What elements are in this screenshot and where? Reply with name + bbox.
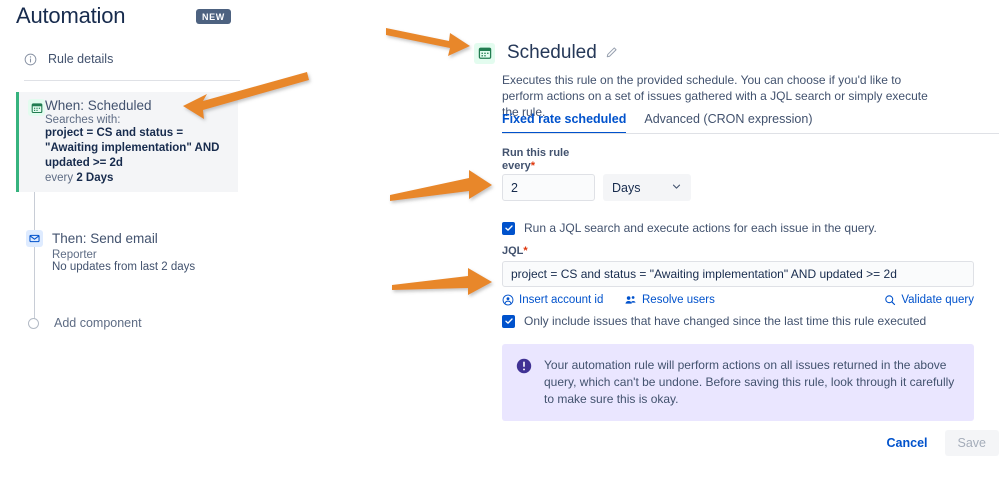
step-title: When: Scheduled bbox=[45, 98, 152, 113]
run-jql-search-checkbox-row[interactable]: Run a JQL search and execute actions for… bbox=[502, 221, 877, 235]
step-frequency-value: 2 Days bbox=[76, 172, 114, 184]
validate-query-label: Validate query bbox=[901, 294, 974, 306]
sidebar-item-label: Rule details bbox=[48, 52, 114, 66]
run-every-label-line2: every bbox=[502, 160, 531, 172]
page-title: Automation bbox=[16, 3, 126, 28]
add-component-label: Add component bbox=[54, 316, 142, 330]
run-every-label-line1: Run this rule bbox=[502, 147, 570, 159]
run-every-value-input[interactable] bbox=[502, 174, 595, 201]
envelope-icon bbox=[26, 230, 43, 247]
trigger-config-panel: Scheduled Executes this rule on the prov… bbox=[470, 0, 999, 503]
cancel-button[interactable]: Cancel bbox=[881, 431, 934, 455]
rule-builder-sidebar: Automation NEW Rule details When: Schedu… bbox=[0, 0, 300, 503]
step-frequency-prefix: every bbox=[45, 172, 77, 184]
info-banner: Your automation rule will perform action… bbox=[502, 344, 974, 421]
only-changed-checkbox-row[interactable]: Only include issues that have changed si… bbox=[502, 314, 926, 328]
calendar-icon bbox=[28, 99, 45, 116]
panel-title: Scheduled bbox=[507, 42, 597, 63]
tab-fixed-rate-scheduled[interactable]: Fixed rate scheduled bbox=[502, 112, 627, 134]
checkbox-checked-icon[interactable] bbox=[502, 314, 515, 328]
jql-links: Insert account id Resolve users Validate… bbox=[502, 294, 974, 310]
step-frequency: every 2 Days bbox=[45, 172, 230, 184]
save-button[interactable]: Save bbox=[944, 430, 999, 456]
jql-input[interactable] bbox=[502, 261, 974, 287]
step-title: Then: Send email bbox=[52, 231, 158, 246]
jql-label-text: JQL bbox=[502, 245, 524, 257]
sidebar-step-when[interactable]: When: Scheduled Searches with: project =… bbox=[16, 92, 238, 192]
jql-label: JQL* bbox=[502, 245, 528, 257]
insert-account-id-link[interactable]: Insert account id bbox=[502, 294, 603, 306]
validate-query-link[interactable]: Validate query bbox=[884, 294, 974, 306]
person-icon bbox=[502, 294, 514, 306]
run-jql-search-checkbox-label: Run a JQL search and execute actions for… bbox=[524, 221, 877, 235]
run-every-unit-select[interactable]: Days bbox=[603, 174, 691, 201]
step-subtitle: Searches with: bbox=[45, 114, 121, 126]
circle-outline-icon bbox=[28, 317, 39, 329]
chevron-down-icon bbox=[671, 181, 682, 195]
sidebar-step-then[interactable]: Then: Send email Reporter No updates fro… bbox=[26, 230, 256, 273]
step-header: Then: Send email bbox=[26, 230, 256, 247]
panel-footer-actions: Cancel Save bbox=[820, 430, 999, 456]
run-every-label: Run this rule every* bbox=[502, 147, 569, 173]
only-changed-checkbox-label: Only include issues that have changed si… bbox=[524, 314, 927, 328]
required-marker: * bbox=[523, 245, 528, 257]
panel-tabs: Fixed rate scheduled Advanced (CRON expr… bbox=[502, 112, 812, 134]
sidebar-item-rule-details[interactable]: Rule details bbox=[24, 52, 113, 71]
info-banner-text: Your automation rule will perform action… bbox=[544, 358, 955, 406]
insert-account-id-label: Insert account id bbox=[519, 294, 604, 306]
run-every-unit-value: Days bbox=[612, 180, 641, 195]
sidebar-divider bbox=[24, 80, 240, 81]
resolve-users-link[interactable]: Resolve users bbox=[624, 294, 715, 306]
tab-advanced-cron[interactable]: Advanced (CRON expression) bbox=[644, 112, 812, 134]
step-line-1: Reporter bbox=[52, 249, 97, 261]
tabs-underline bbox=[502, 133, 999, 134]
search-icon bbox=[885, 295, 896, 306]
panel-header: Scheduled bbox=[474, 42, 618, 64]
checkbox-checked-icon[interactable] bbox=[502, 221, 515, 235]
add-component-button[interactable]: Add component bbox=[28, 316, 142, 330]
step-line-2: No updates from last 2 days bbox=[52, 261, 196, 273]
info-circle-icon bbox=[24, 53, 37, 71]
calendar-icon bbox=[474, 42, 495, 64]
arrow-to-panel-icon bbox=[386, 28, 470, 56]
pencil-icon[interactable] bbox=[605, 46, 618, 64]
new-badge: NEW bbox=[196, 9, 231, 24]
screen: Automation NEW Rule details When: Schedu… bbox=[0, 0, 999, 503]
resolve-users-label: Resolve users bbox=[642, 294, 715, 306]
info-filled-icon bbox=[516, 358, 532, 408]
people-icon bbox=[625, 296, 636, 304]
step-jql-summary: project = CS and status = "Awaiting impl… bbox=[45, 127, 220, 169]
required-marker: * bbox=[530, 160, 536, 172]
